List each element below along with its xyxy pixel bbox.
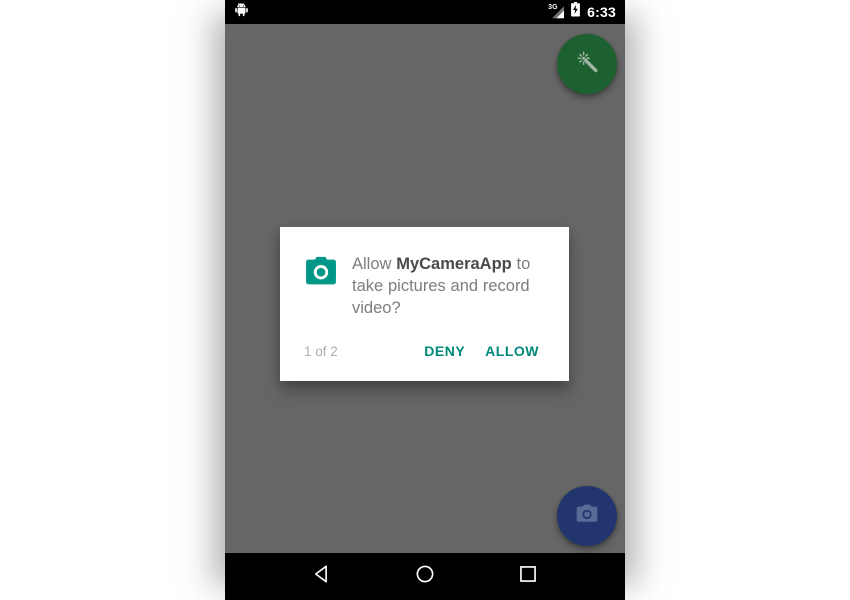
permission-counter: 1 of 2 [304, 343, 338, 359]
dialog-scrim: Allow MyCameraApp to take pictures and r… [225, 48, 625, 577]
allow-button[interactable]: ALLOW [475, 337, 549, 365]
android-robot-icon [234, 2, 249, 22]
home-button[interactable] [402, 557, 448, 597]
recents-button[interactable] [505, 557, 551, 597]
deny-button[interactable]: DENY [414, 337, 475, 365]
signal-bars-icon: 3G [548, 4, 565, 19]
home-circle-icon [414, 563, 436, 590]
status-bar-clock: 6:33 [587, 4, 616, 20]
phone-device-frame: 3G 6:33 Allow MyCameraApp to take pictur… [225, 0, 625, 600]
navigation-bar [225, 553, 625, 600]
recents-square-icon [517, 563, 539, 590]
dialog-actions: 1 of 2 DENY ALLOW [280, 319, 569, 381]
status-bar-right: 3G 6:33 [548, 2, 616, 22]
back-triangle-icon [311, 563, 333, 590]
camera-permission-icon [304, 253, 342, 292]
camera-viewfinder: Allow MyCameraApp to take pictures and r… [225, 24, 625, 553]
status-bar: 3G 6:33 [225, 0, 625, 24]
permission-dialog: Allow MyCameraApp to take pictures and r… [280, 227, 569, 381]
battery-charging-icon [570, 2, 581, 22]
page-background: 3G 6:33 Allow MyCameraApp to take pictur… [0, 0, 850, 600]
dialog-message: Allow MyCameraApp to take pictures and r… [342, 253, 545, 319]
back-button[interactable] [299, 557, 345, 597]
dialog-app-name: MyCameraApp [396, 255, 512, 273]
status-bar-left [234, 2, 249, 22]
dialog-message-prefix: Allow [352, 255, 397, 273]
dialog-body: Allow MyCameraApp to take pictures and r… [280, 227, 569, 319]
